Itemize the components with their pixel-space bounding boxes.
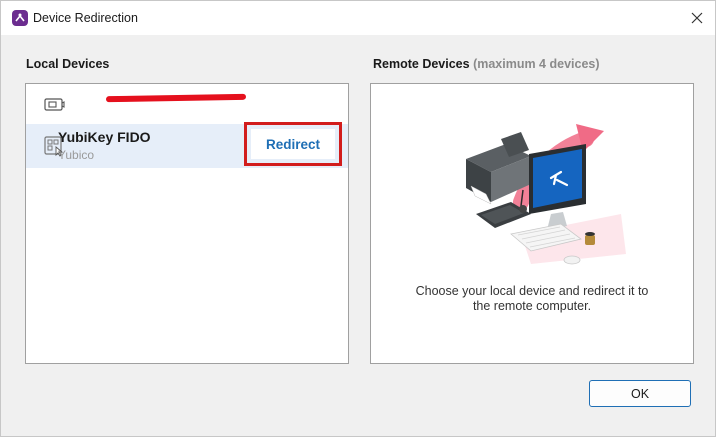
remote-devices-limit: (maximum 4 devices) [473, 57, 600, 71]
remote-empty-line-1: Choose your local device and redirect it… [415, 284, 649, 298]
close-icon [691, 12, 703, 24]
window-title: Device Redirection [33, 11, 138, 25]
redacted-device-name [105, 93, 247, 103]
device-vendor-yubico: Yubico [58, 148, 95, 162]
close-button[interactable] [685, 6, 709, 30]
remote-empty-line-2: the remote computer. [472, 299, 592, 313]
remote-devices-panel: Choose your local device and redirect it… [370, 83, 694, 364]
device-redirection-dialog: Device Redirection Local Devices Remote … [0, 0, 716, 437]
device-name-yubikey: YubiKey FIDO [58, 129, 151, 145]
title-bar: Device Redirection [1, 1, 715, 35]
app-logo-icon [12, 10, 28, 26]
local-devices-heading: Local Devices [26, 57, 110, 71]
list-item-device-1[interactable] [26, 84, 348, 124]
redirect-highlight-box: Redirect [244, 122, 342, 166]
camera-icon [43, 93, 65, 115]
remote-devices-heading: Remote Devices (maximum 4 devices) [373, 57, 600, 71]
redirect-button[interactable]: Redirect [251, 129, 335, 159]
remote-devices-title: Remote Devices [373, 57, 470, 71]
dialog-body: Local Devices Remote Devices (maximum 4 … [1, 35, 715, 436]
ok-button[interactable]: OK [589, 380, 691, 407]
device-redirection-illustration [466, 124, 626, 265]
